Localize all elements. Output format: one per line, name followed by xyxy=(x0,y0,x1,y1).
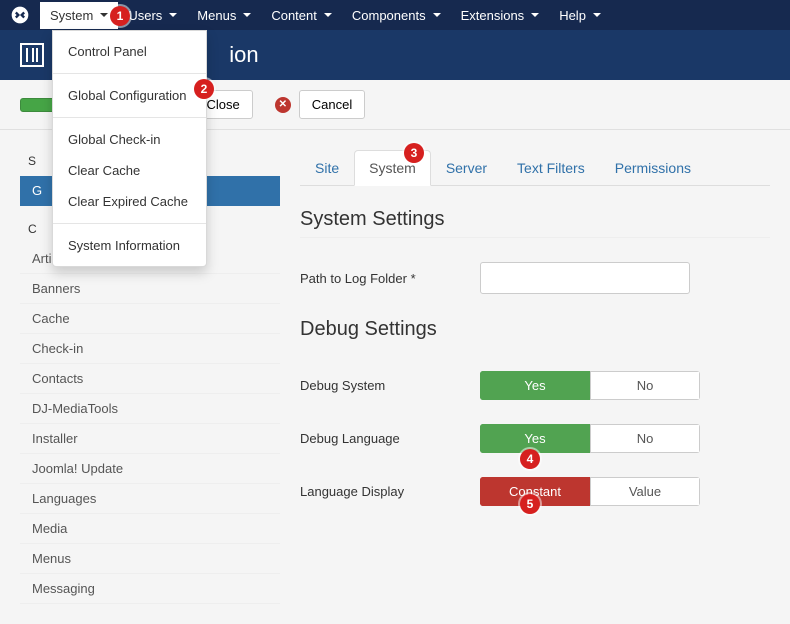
divider xyxy=(53,73,206,74)
sidebar-item-menus[interactable]: Menus xyxy=(20,544,280,574)
dd-clear-cache[interactable]: Clear Cache xyxy=(53,155,206,186)
marker-1: 1 xyxy=(110,6,130,26)
dd-global-checkin[interactable]: Global Check-in xyxy=(53,124,206,155)
dd-control-panel[interactable]: Control Panel xyxy=(53,36,206,67)
label-language-display: Language Display xyxy=(300,484,480,499)
debug-system-yes[interactable]: Yes xyxy=(480,371,590,400)
tab-bar: SiteSystemServerText FiltersPermissions xyxy=(300,150,770,186)
sidebar-item-cache[interactable]: Cache xyxy=(20,304,280,334)
dd-global-configuration[interactable]: Global Configuration xyxy=(53,80,206,111)
sidebar-item-check-in[interactable]: Check-in xyxy=(20,334,280,364)
page-title-suffix: ion xyxy=(229,42,258,68)
divider xyxy=(53,223,206,224)
debug-language-no[interactable]: No xyxy=(590,424,700,453)
section-debug-settings: Debug Settings xyxy=(300,318,770,347)
toggle-language-display: Constant Value xyxy=(480,477,700,506)
marker-2: 2 xyxy=(194,79,214,99)
label-path-log: Path to Log Folder * xyxy=(300,271,480,286)
nav-content[interactable]: Content xyxy=(261,2,342,29)
marker-4: 4 xyxy=(520,449,540,469)
nav-menus[interactable]: Menus xyxy=(187,2,261,29)
chevron-down-icon xyxy=(100,13,108,17)
tab-server[interactable]: Server xyxy=(431,150,502,186)
label-debug-system: Debug System xyxy=(300,378,480,393)
sidebar-item-joomla-update[interactable]: Joomla! Update xyxy=(20,454,280,484)
toggle-debug-system: Yes No xyxy=(480,371,700,400)
chevron-down-icon xyxy=(433,13,441,17)
sidebar-item-languages[interactable]: Languages xyxy=(20,484,280,514)
dd-clear-expired-cache[interactable]: Clear Expired Cache xyxy=(53,186,206,217)
nav-system[interactable]: System xyxy=(40,2,118,29)
joomla-logo-icon xyxy=(10,5,30,25)
chevron-down-icon xyxy=(243,13,251,17)
chevron-down-icon xyxy=(324,13,332,17)
cancel-icon: ✕ xyxy=(275,97,291,113)
nav-components[interactable]: Components xyxy=(342,2,451,29)
language-display-value[interactable]: Value xyxy=(590,477,700,506)
section-system-settings: System Settings xyxy=(300,208,770,238)
content-area: SiteSystemServerText FiltersPermissions … xyxy=(300,150,770,604)
sidebar-item-media[interactable]: Media xyxy=(20,514,280,544)
chevron-down-icon xyxy=(593,13,601,17)
tab-site[interactable]: Site xyxy=(300,150,354,186)
cancel-button[interactable]: Cancel xyxy=(299,90,365,119)
toggle-debug-language: Yes No xyxy=(480,424,700,453)
tab-permissions[interactable]: Permissions xyxy=(600,150,706,186)
label-debug-language: Debug Language xyxy=(300,431,480,446)
debug-system-no[interactable]: No xyxy=(590,371,700,400)
sidebar-item-dj-mediatools[interactable]: DJ-MediaTools xyxy=(20,394,280,424)
divider xyxy=(53,117,206,118)
sidebar-item-contacts[interactable]: Contacts xyxy=(20,364,280,394)
tab-text-filters[interactable]: Text Filters xyxy=(502,150,600,186)
sidebar-item-installer[interactable]: Installer xyxy=(20,424,280,454)
sidebar-item-banners[interactable]: Banners xyxy=(20,274,280,304)
chevron-down-icon xyxy=(531,13,539,17)
input-path-log[interactable] xyxy=(480,262,690,294)
marker-3: 3 xyxy=(404,143,424,163)
debug-language-yes[interactable]: Yes xyxy=(480,424,590,453)
nav-extensions[interactable]: Extensions xyxy=(451,2,550,29)
marker-5: 5 xyxy=(520,494,540,514)
settings-icon xyxy=(20,43,44,67)
sidebar-item-messaging[interactable]: Messaging xyxy=(20,574,280,604)
system-dropdown: Control Panel Global Configuration Globa… xyxy=(52,30,207,267)
dd-system-information[interactable]: System Information xyxy=(53,230,206,261)
chevron-down-icon xyxy=(169,13,177,17)
nav-help[interactable]: Help xyxy=(549,2,611,29)
